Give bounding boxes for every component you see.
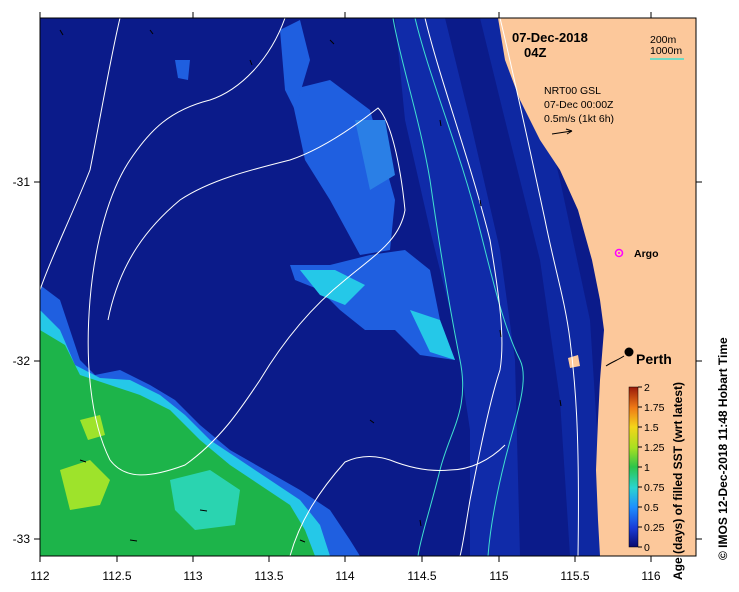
x-tick-label: 114.5 bbox=[407, 569, 436, 583]
current-scale-label: 0.5m/s (1kt 6h) bbox=[544, 113, 614, 125]
y-tick-label: -31 bbox=[13, 175, 31, 189]
colorbar-tick-label: 2 bbox=[644, 382, 650, 394]
map-hour: 04Z bbox=[524, 45, 546, 60]
x-tick-label: 113.5 bbox=[254, 569, 283, 583]
current-time-label: 07-Dec 00:00Z bbox=[544, 99, 614, 111]
colorbar-tick-label: 0.25 bbox=[644, 522, 665, 534]
current-model-label: NRT00 GSL bbox=[544, 85, 601, 97]
colorbar-tick-label: 1.75 bbox=[644, 402, 665, 414]
argo-label: Argo bbox=[634, 248, 659, 260]
x-tick-label: 116 bbox=[641, 569, 660, 583]
colorbar bbox=[628, 386, 639, 548]
y-tick-label: -33 bbox=[13, 532, 31, 546]
colorbar-tick-label: 0.5 bbox=[644, 502, 659, 514]
y-tick-label: -32 bbox=[13, 354, 31, 368]
x-tick-label: 115 bbox=[489, 569, 508, 583]
x-tick-label: 115.5 bbox=[560, 569, 589, 583]
perth-location-icon bbox=[624, 347, 634, 357]
sst-map-figure: 112 112.5 113 113.5 114 114.5 115 115.5 … bbox=[13, 12, 730, 583]
imos-credit: © IMOS 12-Dec-2018 11:48 Hobart Time bbox=[716, 337, 730, 560]
x-tick-label: 112.5 bbox=[102, 569, 131, 583]
perth-label: Perth bbox=[636, 351, 672, 367]
x-tick-label: 113 bbox=[183, 569, 202, 583]
depth-legend-1000m: 1000m bbox=[650, 45, 682, 57]
argo-float-center bbox=[618, 252, 620, 254]
colorbar-tick-label: 1 bbox=[644, 462, 650, 474]
colorbar-tick-label: 1.25 bbox=[644, 442, 665, 454]
colorbar-tick-label: 1.5 bbox=[644, 422, 659, 434]
x-tick-label: 114 bbox=[335, 569, 354, 583]
x-tick-label: 112 bbox=[30, 569, 49, 583]
colorbar-title: Age (days) of filled SST (wrt latest) bbox=[671, 382, 685, 580]
map-date: 07-Dec-2018 bbox=[512, 30, 588, 45]
colorbar-tick-label: 0.75 bbox=[644, 482, 665, 494]
colorbar-tick-label: 0 bbox=[644, 542, 650, 554]
